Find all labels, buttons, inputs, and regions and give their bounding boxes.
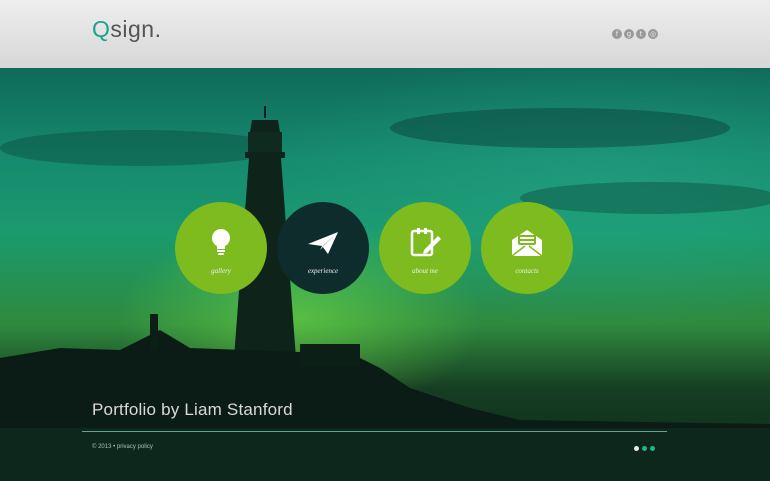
lightbulb-icon — [212, 228, 230, 255]
logo-text: sign. — [110, 16, 162, 42]
envelope-icon — [511, 229, 543, 257]
footer-divider — [82, 431, 667, 432]
google-plus-icon[interactable]: g — [624, 29, 634, 39]
nav-contacts-label: contacts — [515, 266, 539, 275]
twitter-icon[interactable]: t — [636, 29, 646, 39]
page-title: Portfolio by Liam Stanford — [92, 400, 293, 419]
copyright-text: © 2013 • — [92, 444, 116, 450]
dribbble-icon[interactable]: ◎ — [648, 29, 658, 39]
nav-contacts[interactable]: contacts — [481, 202, 573, 294]
notepad-pencil-icon — [410, 227, 441, 256]
slide-dot-2[interactable] — [642, 446, 647, 451]
privacy-policy-link[interactable]: privacy policy — [117, 444, 153, 450]
slider-pagination — [634, 446, 655, 451]
slide-dot-1[interactable] — [634, 446, 639, 451]
hero-background: gallery experience about me contacts Por… — [0, 68, 770, 481]
slide-dot-3[interactable] — [650, 446, 655, 451]
facebook-icon[interactable]: f — [612, 29, 622, 39]
social-icons: f g t ◎ — [612, 29, 658, 39]
nav-experience-label: experience — [307, 266, 339, 275]
nav-gallery[interactable]: gallery — [175, 202, 267, 294]
footer-copyright: © 2013 • privacy policy — [92, 444, 153, 450]
main-navigation: gallery experience about me contacts — [175, 202, 573, 294]
nav-about-me-label: about me — [412, 266, 438, 275]
nav-gallery-label: gallery — [211, 266, 231, 275]
paper-plane-icon — [308, 231, 338, 254]
logo[interactable]: Qsign. — [92, 16, 161, 43]
header-bar: Qsign. f g t ◎ — [0, 0, 770, 68]
logo-letter-q: Q — [92, 16, 111, 42]
nav-experience[interactable]: experience — [277, 202, 369, 294]
nav-about-me[interactable]: about me — [379, 202, 471, 294]
